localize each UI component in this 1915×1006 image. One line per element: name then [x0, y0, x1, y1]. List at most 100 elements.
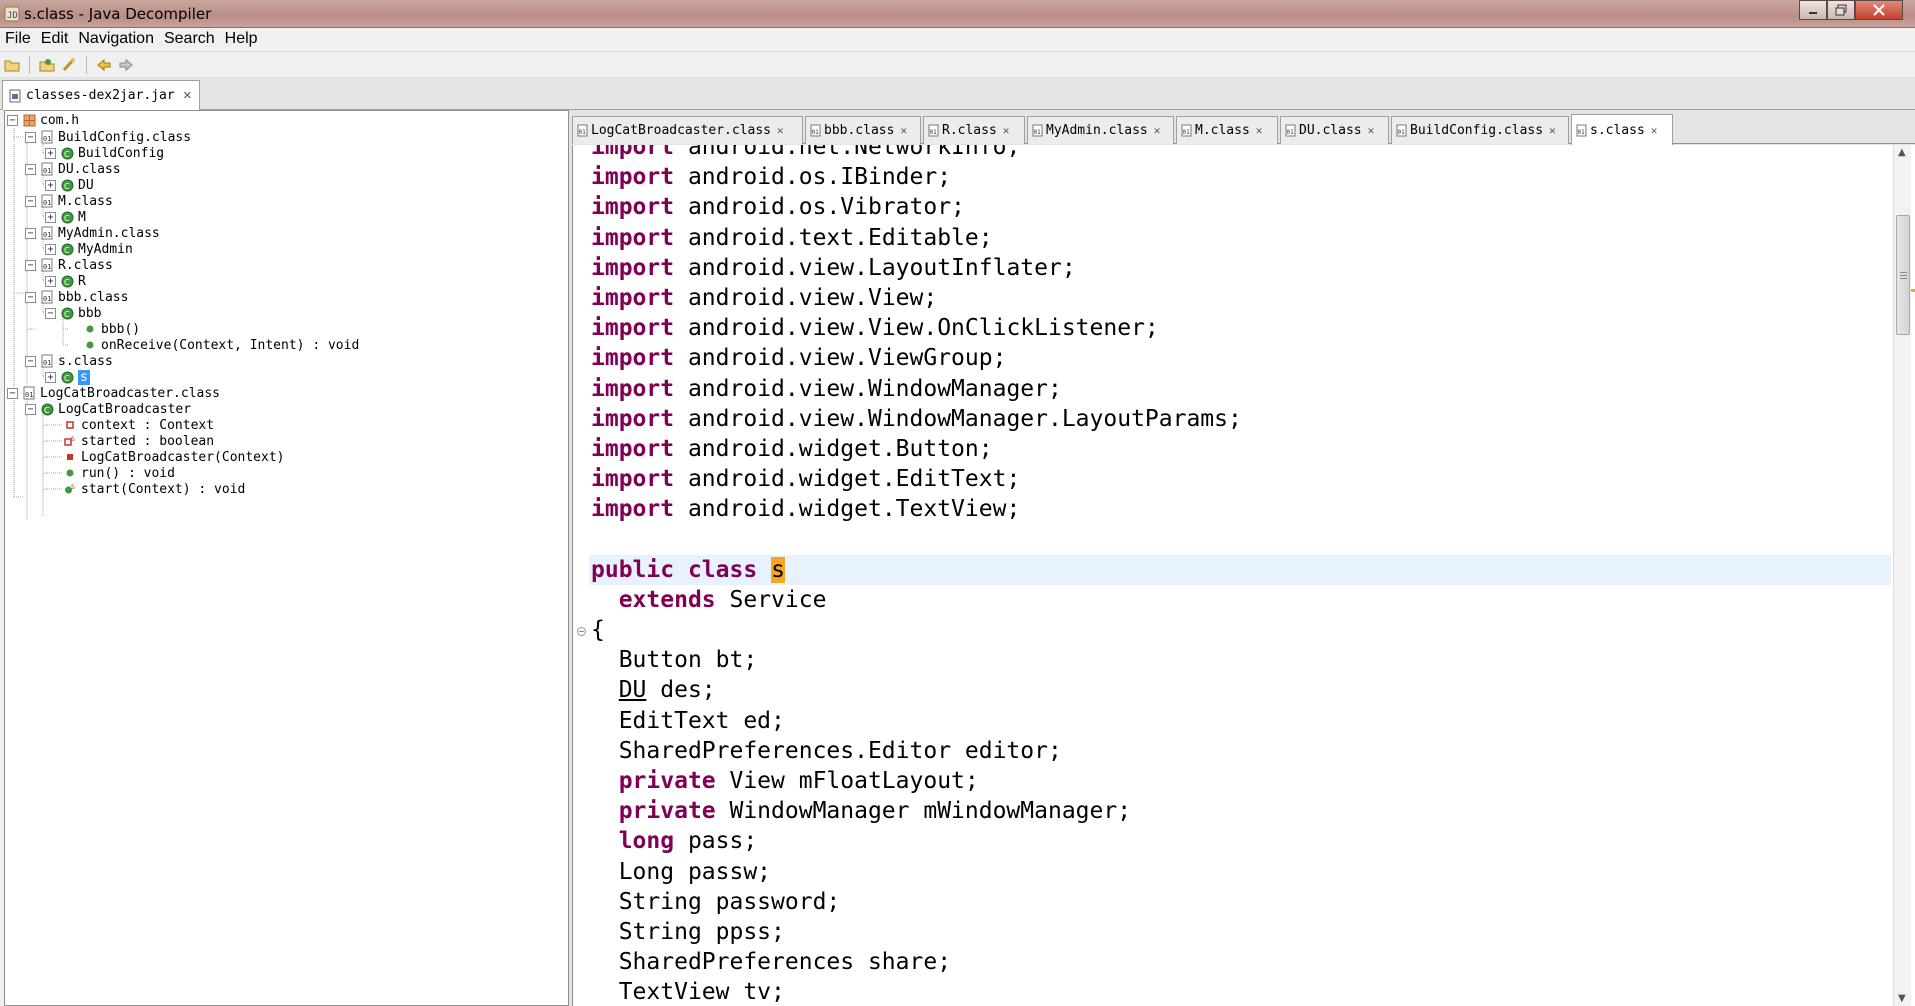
fold-icon[interactable]: −	[577, 627, 586, 636]
tab-bbb[interactable]: 01 bbb.class ✕	[805, 116, 921, 144]
tab-label: R.class	[942, 123, 997, 138]
editor-area: 01 LogCatBroadcaster.class ✕ 01 bbb.clas…	[572, 110, 1915, 1006]
tree-node-class-file[interactable]: − 01 M.class	[25, 193, 113, 209]
type-link[interactable]: DU	[619, 677, 647, 703]
menu-help[interactable]: Help	[220, 28, 263, 50]
tab-buildconfig[interactable]: 01 BuildConfig.class ✕	[1391, 116, 1569, 144]
svg-text:01: 01	[1034, 129, 1042, 136]
open-file-button[interactable]	[3, 56, 21, 74]
collapse-icon[interactable]: −	[25, 195, 36, 207]
tree-node-method[interactable]: S start(Context) : void	[63, 481, 245, 497]
vertical-scrollbar[interactable]: ▲ ▼	[1893, 145, 1911, 1006]
open-type-hierarchy-button[interactable]	[60, 56, 78, 74]
tab-close-icon[interactable]: ✕	[1368, 124, 1375, 137]
occurrence-marker[interactable]	[1911, 289, 1915, 292]
expand-icon[interactable]: +	[45, 371, 56, 383]
jar-tab-bar: classes-dex2jar.jar ✕	[0, 77, 1915, 110]
svg-text:C: C	[64, 374, 70, 383]
tree-node-class[interactable]: + C M	[45, 209, 86, 225]
code-line: String password;	[618, 888, 841, 915]
tree-node-class[interactable]: − C LogCatBroadcaster	[25, 401, 191, 417]
collapse-icon[interactable]: −	[7, 387, 18, 399]
expand-icon[interactable]: +	[45, 179, 56, 191]
code-editor[interactable]: − import android.net.NetworkInfo; import…	[572, 145, 1915, 1006]
tree-node-class[interactable]: + C BuildConfig	[45, 145, 164, 161]
tab-close-icon[interactable]: ✕	[900, 124, 907, 137]
minimize-button[interactable]	[1799, 0, 1827, 20]
tree-node-class-file[interactable]: − 01 s.class	[25, 353, 113, 369]
scroll-up-icon[interactable]: ▲	[1898, 147, 1906, 158]
tree-node-class-file[interactable]: − 01 BuildConfig.class	[25, 129, 191, 145]
svg-text:C: C	[64, 150, 70, 159]
collapse-icon[interactable]: −	[25, 131, 36, 143]
tree-node-class[interactable]: − C bbb	[45, 305, 101, 321]
tab-r[interactable]: 01 R.class ✕	[923, 116, 1025, 144]
menu-edit[interactable]: Edit	[36, 28, 74, 50]
tab-myadmin[interactable]: 01 MyAdmin.class ✕	[1027, 116, 1174, 144]
tree-node-method[interactable]: run() : void	[63, 465, 175, 481]
tab-logcatbroadcaster[interactable]: 01 LogCatBroadcaster.class ✕	[572, 116, 803, 144]
class-icon: C	[40, 402, 54, 416]
collapse-icon[interactable]: −	[25, 403, 36, 415]
tree-node-label: onReceive(Context, Intent) : void	[101, 337, 360, 353]
tree-node-field[interactable]: S started : boolean	[63, 433, 214, 449]
tree-node-class-file[interactable]: − 01 LogCatBroadcaster.class	[7, 385, 220, 401]
tab-close-icon[interactable]: ✕	[1651, 124, 1658, 137]
svg-text:01: 01	[1578, 129, 1586, 136]
back-button[interactable]	[95, 56, 113, 74]
tree-node-label: BuildConfig.class	[58, 129, 192, 145]
tree-node-class-file[interactable]: − 01 bbb.class	[25, 289, 128, 305]
menu-search[interactable]: Search	[159, 28, 220, 50]
code-line: private WindowManager mWindowManager;	[618, 798, 1132, 825]
tab-close-icon[interactable]: ✕	[183, 89, 192, 102]
tab-close-icon[interactable]: ✕	[1154, 124, 1161, 137]
tab-close-icon[interactable]: ✕	[1003, 124, 1010, 137]
tree-node-method[interactable]: bbb()	[83, 321, 140, 337]
tab-m[interactable]: 01 M.class ✕	[1176, 116, 1278, 144]
expand-icon[interactable]: +	[45, 147, 56, 159]
tab-close-icon[interactable]: ✕	[777, 124, 784, 137]
tree-node-method[interactable]: LogCatBroadcaster(Context)	[63, 449, 285, 465]
tree-node-field[interactable]: context : Context	[63, 417, 214, 433]
close-button[interactable]	[1855, 0, 1903, 20]
tab-close-icon[interactable]: ✕	[1549, 124, 1556, 137]
scroll-down-icon[interactable]: ▼	[1898, 993, 1906, 1004]
tree-node-label: LogCatBroadcaster.class	[40, 385, 221, 401]
tree-node-class[interactable]: + C MyAdmin	[45, 241, 133, 257]
expand-icon[interactable]: +	[45, 211, 56, 223]
svg-text:C: C	[64, 182, 70, 191]
collapse-icon[interactable]: −	[25, 355, 36, 367]
menu-navigation[interactable]: Navigation	[73, 28, 159, 50]
forward-button[interactable]	[117, 56, 135, 74]
tree-node-label: com.h	[40, 112, 80, 128]
tab-s[interactable]: 01 s.class ✕	[1571, 114, 1673, 145]
tree-node-class-file[interactable]: − 01 R.class	[25, 257, 113, 273]
tree-node-label: MyAdmin.class	[58, 225, 160, 241]
tree-node-class[interactable]: + C DU	[45, 177, 94, 193]
collapse-icon[interactable]: −	[7, 114, 18, 126]
tree-node-class-file[interactable]: − 01 DU.class	[25, 161, 121, 177]
collapse-icon[interactable]: −	[25, 163, 36, 175]
tab-close-icon[interactable]: ✕	[1256, 124, 1263, 137]
svg-text:01: 01	[43, 359, 51, 367]
scrollbar-thumb[interactable]	[1896, 215, 1910, 335]
expand-icon[interactable]: +	[45, 243, 56, 255]
tree-node-class-selected[interactable]: + C s	[45, 369, 90, 385]
collapse-icon[interactable]: −	[25, 227, 36, 239]
tab-classes-dex2jar[interactable]: classes-dex2jar.jar ✕	[2, 80, 200, 110]
tree-node-class[interactable]: + C R	[45, 273, 86, 289]
open-type-button[interactable]	[38, 56, 56, 74]
expand-icon[interactable]: +	[45, 275, 56, 287]
tree-node-package[interactable]: − com.h	[7, 112, 79, 128]
tree-node-method[interactable]: onReceive(Context, Intent) : void	[83, 337, 359, 353]
maximize-button[interactable]	[1827, 0, 1855, 20]
tree-node-label: s	[78, 369, 90, 385]
tab-du[interactable]: 01 DU.class ✕	[1280, 116, 1389, 144]
collapse-icon[interactable]: −	[25, 291, 36, 303]
collapse-icon[interactable]: −	[25, 259, 36, 271]
collapse-icon[interactable]: −	[45, 307, 56, 319]
tree-node-class-file[interactable]: − 01 MyAdmin.class	[25, 225, 160, 241]
svg-text:C: C	[64, 310, 70, 319]
menu-file[interactable]: File	[0, 28, 36, 50]
code-line: import android.net.NetworkInfo;	[591, 145, 1021, 160]
